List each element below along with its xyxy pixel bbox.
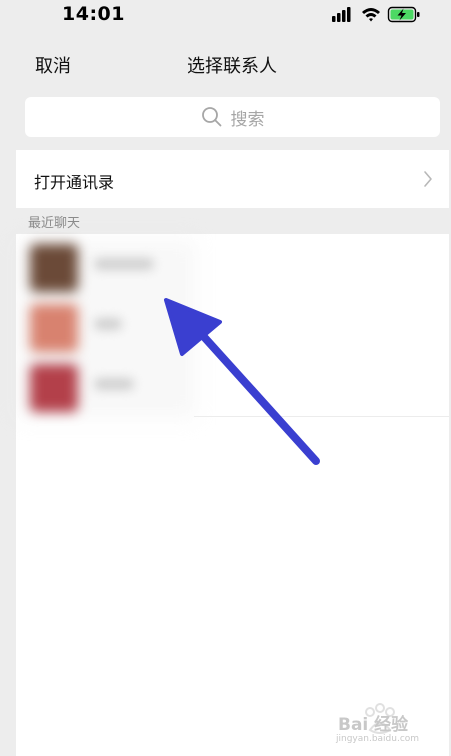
nav-bar: 取消 选择联系人 — [0, 40, 451, 86]
list-divider — [194, 416, 449, 417]
avatar — [30, 364, 78, 412]
recent-chat-item[interactable] — [16, 296, 196, 354]
status-icons — [332, 6, 420, 23]
open-contacts-label: 打开通讯录 — [34, 173, 115, 192]
recent-chats-list — [16, 234, 449, 756]
recent-chats-label: 最近聊天 — [28, 216, 81, 231]
chevron-right-icon — [424, 171, 432, 187]
open-contacts-row[interactable]: 打开通讯录 — [16, 150, 449, 208]
page-title: 选择联系人 — [187, 56, 277, 77]
contact-name-blurred — [94, 378, 134, 390]
search-input[interactable]: 搜索 — [25, 97, 440, 137]
watermark-subtext: jingyan.baidu.com — [336, 734, 420, 744]
recent-chat-item[interactable] — [16, 236, 196, 294]
recent-chat-item[interactable] — [16, 356, 196, 414]
cellular-signal-icon — [332, 7, 351, 22]
search-placeholder: 搜索 — [230, 109, 265, 130]
avatar — [30, 304, 78, 352]
status-time: 14:01 — [62, 3, 125, 25]
battery-charging-icon — [387, 6, 420, 23]
avatar — [30, 244, 78, 292]
search-inner: 搜索 — [25, 97, 440, 137]
status-bar: 14:01 — [0, 0, 451, 30]
contact-name-blurred — [94, 258, 154, 270]
contact-name-blurred — [94, 318, 122, 330]
recent-chats-header: 最近聊天 — [16, 209, 449, 233]
wifi-icon — [362, 8, 380, 22]
search-icon — [201, 107, 221, 127]
watermark-text: Bai 经验 — [338, 715, 409, 735]
